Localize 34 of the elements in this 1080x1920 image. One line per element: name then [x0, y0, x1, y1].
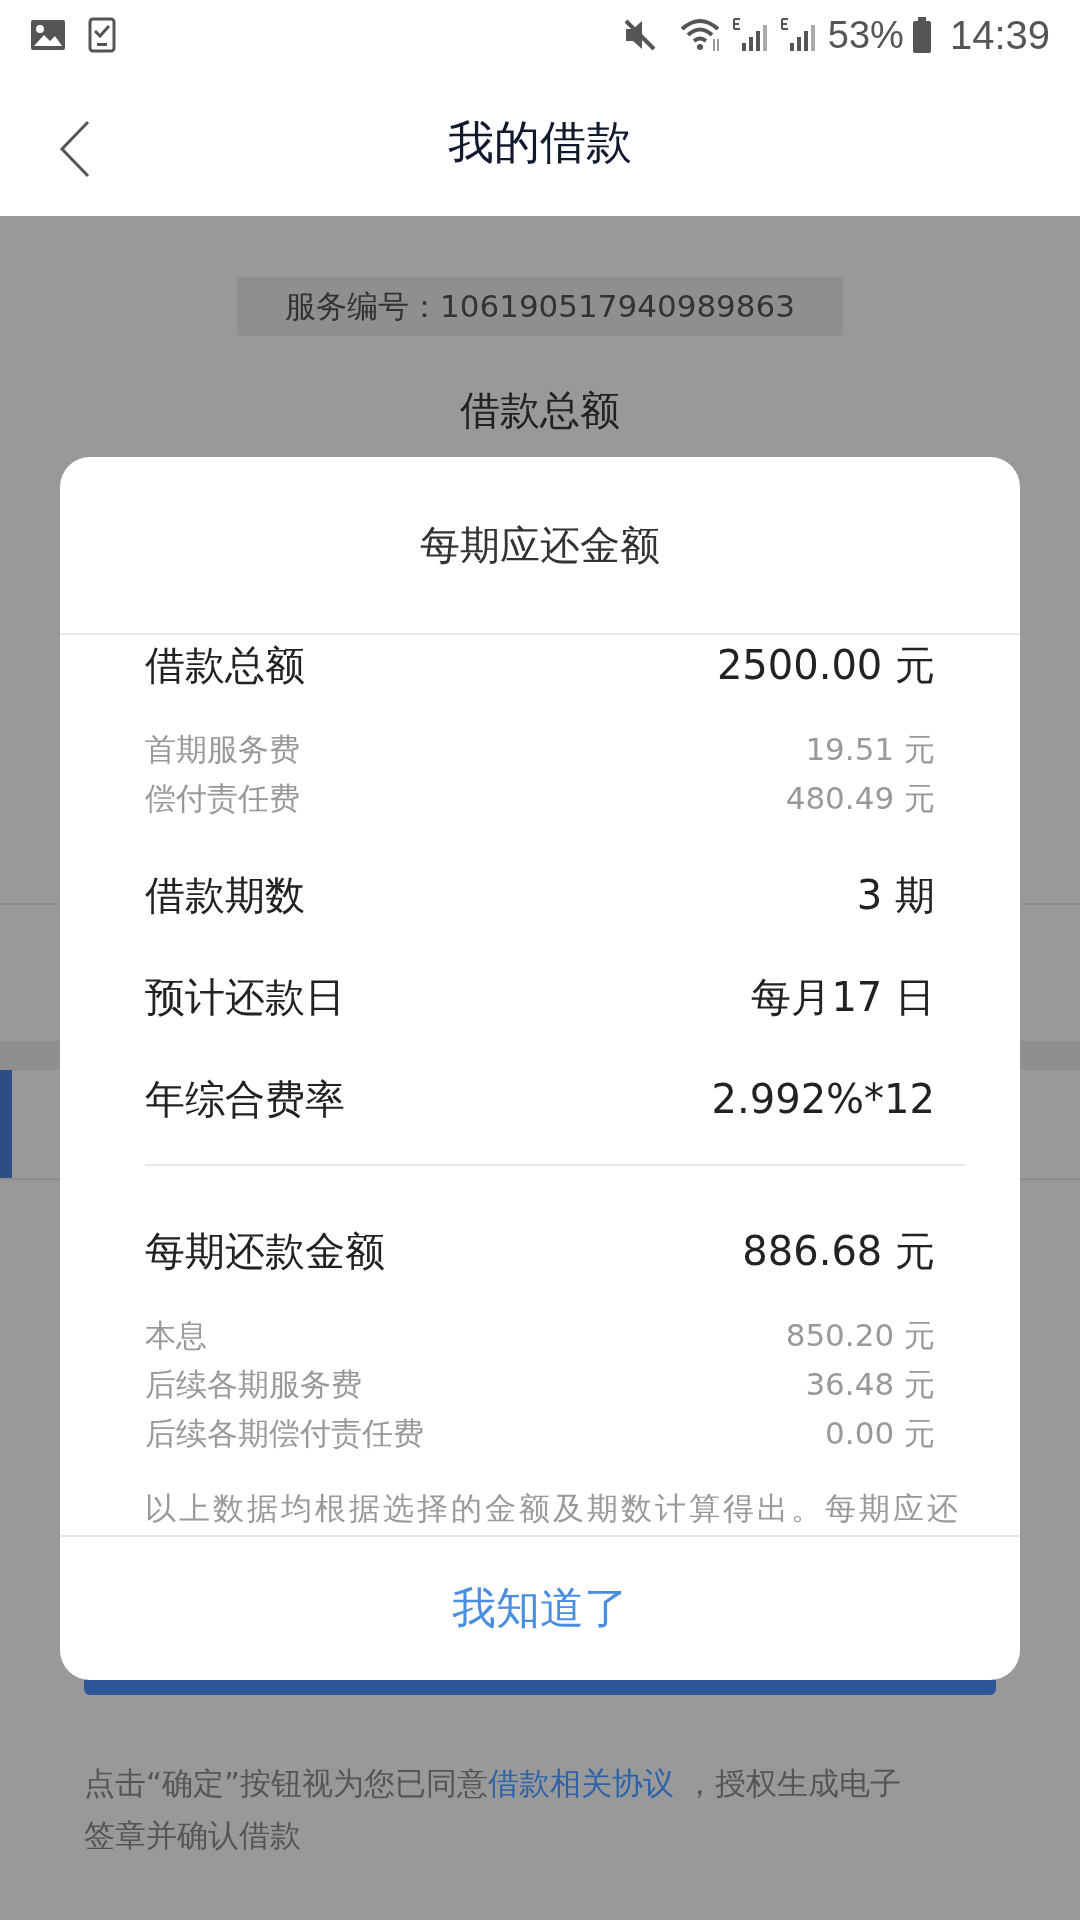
- item-label: 年综合费率: [145, 1074, 345, 1124]
- detail-value: 36.48 元: [805, 1364, 935, 1404]
- agreement-text: 点击“确定”按钮视为您已同意借款相关协议 ，授权生成电子签章并确认借款: [84, 1764, 902, 1855]
- item-label: 借款总额: [145, 640, 305, 690]
- item-value: 每月17 日: [751, 972, 935, 1022]
- detail-label: 首期服务费: [145, 729, 300, 769]
- clock-time: 14:39: [949, 12, 1050, 58]
- detail-label: 后续各期偿付责任费: [145, 1413, 424, 1453]
- detail-value: 850.20 元: [785, 1315, 935, 1355]
- detail-value: 19.51 元: [805, 729, 935, 769]
- item-value: 886.68 元: [742, 1226, 935, 1276]
- note-text: 以上数据均根据选择的金额及期数计算得出。每期应还: [145, 1489, 962, 1528]
- item-label: 借款期数: [145, 870, 305, 920]
- battery-icon: [911, 17, 932, 53]
- dialog-title: 每期应还金额: [420, 520, 660, 570]
- confirm-button[interactable]: 我知道了: [422, 1569, 658, 1648]
- item-label: 每期还款金额: [145, 1226, 385, 1276]
- item-label: 预计还款日: [145, 972, 345, 1022]
- back-icon[interactable]: [58, 120, 92, 178]
- item-value: 2500.00 元: [716, 640, 935, 690]
- detail-label: 本息: [145, 1315, 207, 1355]
- battery-percent: 53%: [827, 13, 904, 57]
- service-number: 服务编号：106190517940989863: [237, 277, 843, 336]
- image-icon: [30, 19, 66, 51]
- item-value: 3 期: [856, 870, 935, 920]
- item-value: 2.992%*12: [711, 1076, 935, 1122]
- detail-value: 0.00 元: [825, 1413, 935, 1453]
- detail-label: 偿付责任费: [145, 778, 300, 818]
- page-title: 我的借款: [448, 114, 632, 171]
- section-label: 借款总额: [459, 386, 621, 435]
- checklist-icon: [88, 17, 116, 53]
- detail-label: 后续各期服务费: [145, 1364, 362, 1404]
- detail-value: 480.49 元: [785, 778, 935, 818]
- agreement-link[interactable]: 借款相关协议: [488, 1765, 675, 1801]
